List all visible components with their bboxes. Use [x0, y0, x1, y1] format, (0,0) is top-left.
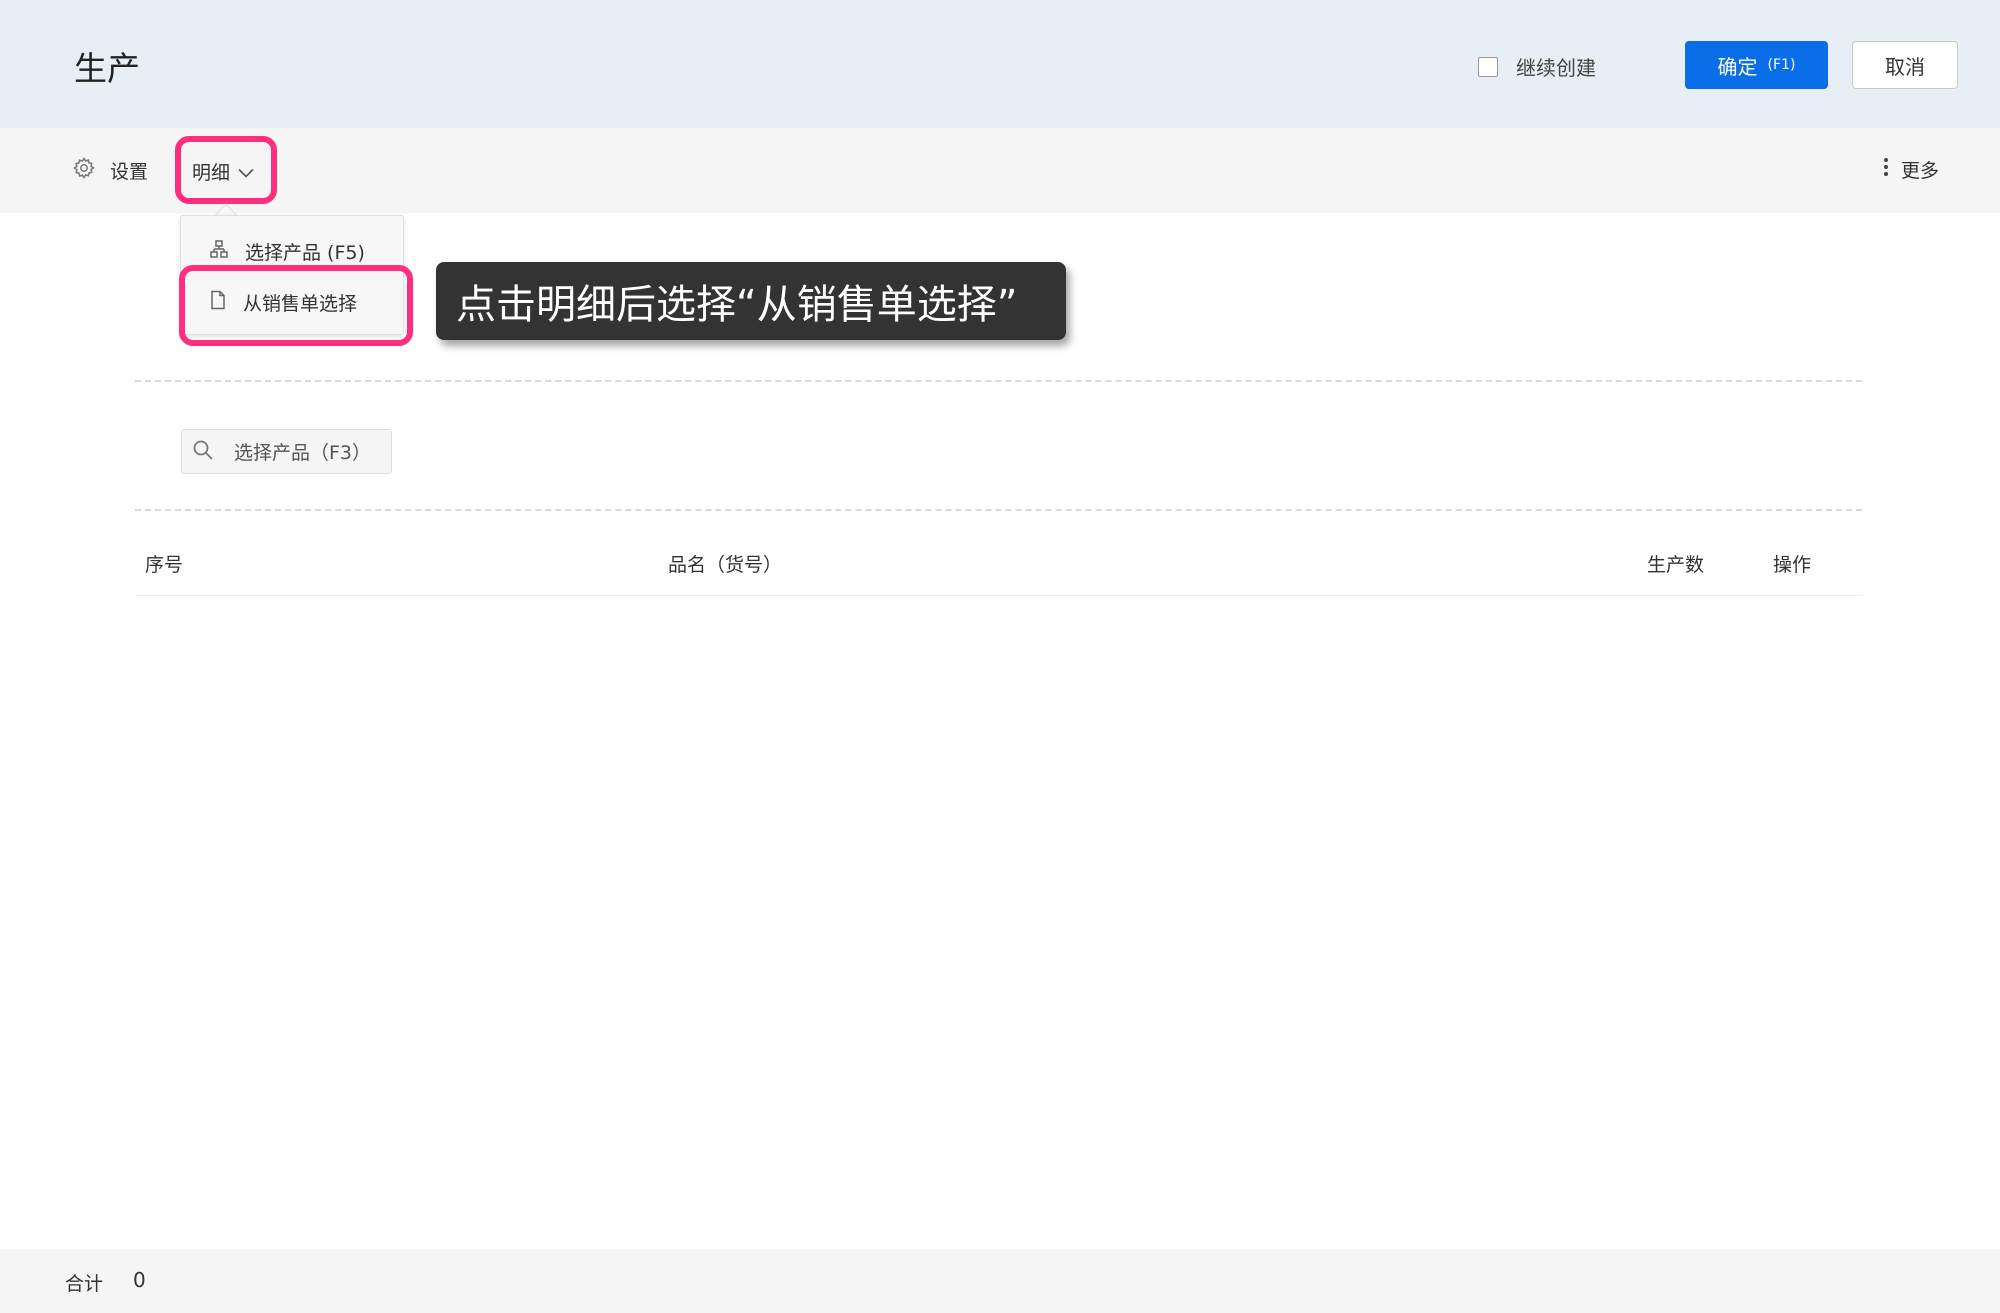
- detail-button-highlight: [175, 136, 277, 204]
- column-header-seq: 序号: [145, 554, 184, 576]
- column-header-name: 品名（货号）: [668, 554, 783, 576]
- confirm-button-label: 确定: [1717, 54, 1758, 79]
- settings-label: 设置: [110, 160, 149, 183]
- gear-icon: [72, 156, 96, 184]
- column-header-actions: 操作: [1773, 554, 1812, 576]
- page-title: 生产: [74, 49, 140, 88]
- more-label: 更多: [1901, 160, 1940, 182]
- product-search-input[interactable]: 选择产品（F3）: [181, 429, 392, 474]
- instruction-tooltip: 点击明细后选择“从销售单选择”: [436, 262, 1066, 340]
- sales-order-item-highlight: [179, 265, 413, 346]
- cancel-button[interactable]: 取消: [1852, 41, 1958, 89]
- product-tree-icon: [209, 239, 229, 264]
- column-header-quantity: 生产数: [1647, 554, 1705, 576]
- more-vertical-icon: [1883, 157, 1889, 182]
- table-header-divider: [135, 595, 1863, 596]
- confirm-shortcut-hint: (F1): [1767, 57, 1796, 73]
- continue-create-checkbox[interactable]: [1478, 56, 1498, 77]
- footer-summary: 合计 0: [0, 1249, 2000, 1313]
- search-placeholder: 选择产品（F3）: [234, 442, 372, 464]
- confirm-button[interactable]: 确定 (F1): [1685, 41, 1828, 89]
- menu-item-select-product[interactable]: 选择产品 (F5): [209, 238, 365, 265]
- menu-item-label: 选择产品 (F5): [245, 242, 365, 264]
- settings-button[interactable]: 设置: [72, 156, 148, 184]
- continue-create-option[interactable]: 继续创建: [1478, 52, 1596, 81]
- total-label: 合计: [65, 1273, 104, 1295]
- toolbar: 设置 明细 更多: [0, 128, 2000, 213]
- more-button[interactable]: 更多: [1883, 156, 1939, 183]
- page-header: 生产 继续创建 确定 (F1) 取消: [0, 0, 2000, 128]
- continue-create-label[interactable]: 继续创建: [1516, 52, 1596, 81]
- section-divider: [135, 509, 1862, 511]
- total-value: 0: [133, 1268, 146, 1292]
- section-divider: [135, 380, 1862, 382]
- search-icon: [192, 439, 214, 465]
